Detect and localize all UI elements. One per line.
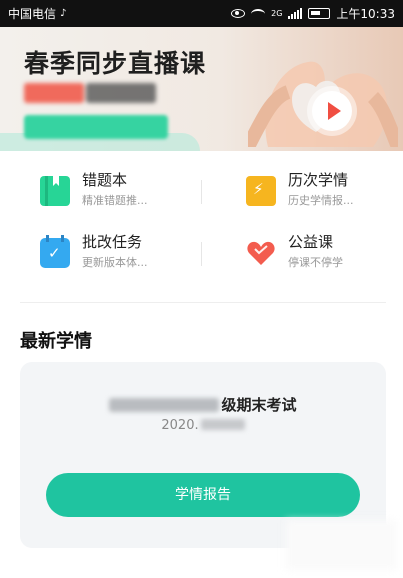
calendar-check-icon	[40, 235, 70, 268]
blurred-watermark	[286, 520, 396, 570]
live-course-banner[interactable]: 春季同步直播课	[0, 27, 403, 151]
feature-history[interactable]: 历次学情 历史学情报...	[246, 170, 354, 210]
trend-icon	[246, 176, 276, 206]
signal-icon	[288, 8, 303, 19]
banner-title: 春季同步直播课	[24, 49, 207, 78]
blurred-text	[109, 398, 220, 412]
exam-date-prefix: 2020.	[161, 418, 199, 433]
feature-title: 错题本	[82, 171, 128, 189]
carrier-label: 中国电信	[8, 7, 57, 21]
clock: 上午10:33	[336, 7, 395, 21]
banner-blurred-tag	[24, 115, 168, 139]
section-divider	[20, 302, 386, 303]
play-icon[interactable]	[312, 91, 352, 131]
eye-icon	[231, 9, 246, 18]
feature-wrong-questions[interactable]: 错题本 精准错题推...	[40, 170, 148, 210]
book-icon	[40, 176, 70, 206]
feature-title: 批改任务	[82, 233, 143, 251]
banner-blurred-subtitle	[24, 79, 164, 105]
status-bar: 中国电信 ♪ 2G 上午10:33	[0, 0, 403, 27]
feature-subtitle: 更新版本体...	[82, 256, 148, 269]
divider	[201, 180, 202, 204]
heart-icon	[247, 241, 275, 265]
battery-icon	[308, 8, 331, 19]
feature-subtitle: 停课不停学	[288, 256, 343, 269]
feature-grid: 错题本 精准错题推... 历次学情 历史学情报... 批改任务 更新版本体...…	[0, 160, 403, 300]
section-title: 最新学情	[20, 331, 92, 352]
exam-name: 级期末考试	[20, 394, 386, 415]
divider	[201, 242, 202, 266]
blurred-text	[200, 419, 245, 430]
report-button[interactable]: 学情报告	[46, 473, 360, 517]
feature-grading-tasks[interactable]: 批改任务 更新版本体...	[40, 232, 148, 272]
exam-name-suffix: 级期末考试	[221, 396, 297, 414]
feature-subtitle: 精准错题推...	[82, 194, 148, 207]
tiktok-icon: ♪	[60, 8, 67, 19]
feature-title: 历次学情	[288, 171, 349, 189]
wifi-icon	[251, 8, 266, 19]
feature-title: 公益课	[288, 233, 334, 251]
feature-charity-course[interactable]: 公益课 停课不停学	[246, 232, 343, 272]
network-type: 2G	[271, 9, 283, 18]
exam-date: 2020.	[20, 418, 386, 433]
feature-subtitle: 历史学情报...	[288, 194, 354, 207]
